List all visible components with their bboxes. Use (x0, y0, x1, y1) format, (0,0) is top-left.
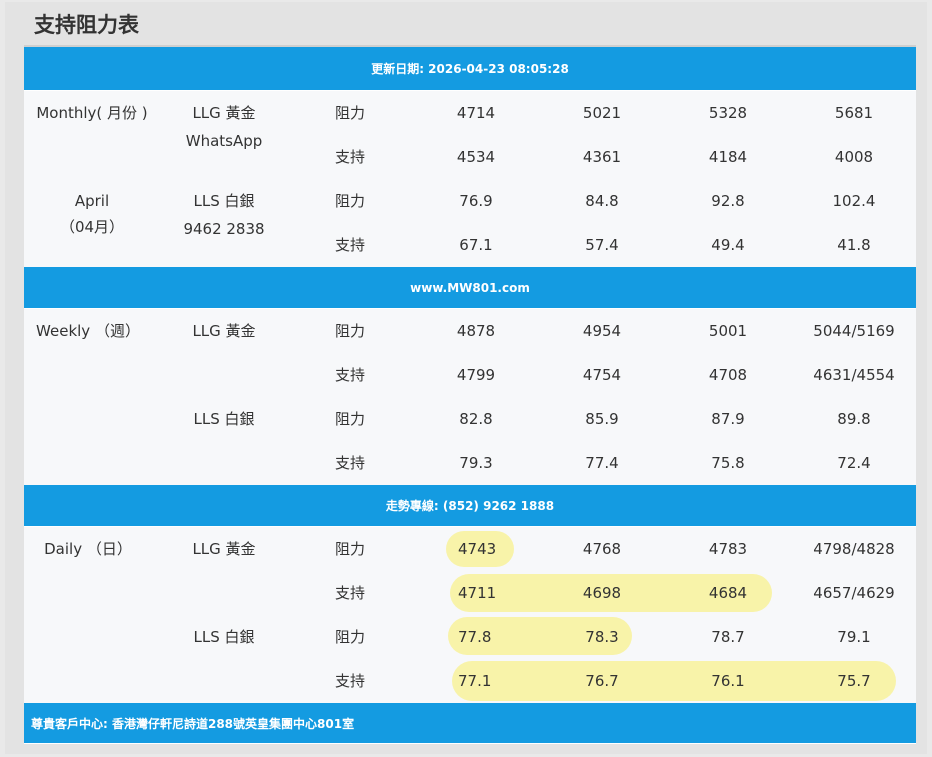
value-cell: 89.8 (837, 410, 871, 428)
table-row: 支持 79.3 77.4 75.8 72.4 (24, 441, 916, 485)
row-label: 阻力 (334, 104, 365, 122)
row-label: 支持 (334, 236, 365, 254)
value-cell: 76.9 (459, 192, 493, 210)
value-cell: 85.9 (585, 410, 619, 428)
value-cell: 4798/4828 (813, 540, 895, 558)
value-cell: 78.7 (711, 628, 745, 646)
value-cell: 4184 (708, 148, 748, 166)
daily-section: Daily （日） LLG 黃金 LLS 白銀 阻力 4743 4768 478… (24, 527, 916, 703)
value-cell: 57.4 (585, 236, 619, 254)
table-row: 阻力 76.9 84.8 92.8 102.4 (24, 179, 916, 223)
weekly-section: Weekly （週） LLG 黃金 LLS 白銀 阻力 4878 4954 50… (24, 309, 916, 485)
table-row: 支持 67.1 57.4 49.4 41.8 (24, 223, 916, 267)
hotline-bar: 走勢專線: (852) 9262 1888 (24, 485, 916, 527)
value-cell: 4783 (708, 540, 748, 558)
table-row: 支持 4711 4698 4684 4657/4629 (24, 571, 916, 615)
value-cell: 67.1 (459, 236, 493, 254)
value-cell: 4743 (458, 540, 497, 558)
value-cell: 49.4 (711, 236, 745, 254)
value-cell: 84.8 (585, 192, 619, 210)
value-cell: 4008 (834, 148, 874, 166)
value-cell: 76.7 (585, 672, 619, 690)
table-row: 支持 4799 4754 4708 4631/4554 (24, 353, 916, 397)
row-label: 支持 (334, 454, 365, 472)
value-cell: 87.9 (711, 410, 745, 428)
row-label: 支持 (334, 584, 365, 602)
value-cell: 102.4 (832, 192, 876, 210)
value-cell: 78.3 (585, 628, 619, 646)
value-cell: 4684 (708, 584, 748, 602)
value-cell: 79.3 (459, 454, 493, 472)
value-cell: 4714 (456, 104, 496, 122)
value-cell: 4768 (582, 540, 622, 558)
value-cell: 5328 (708, 104, 748, 122)
value-cell: 75.7 (837, 672, 871, 690)
row-label: 阻力 (334, 410, 365, 428)
value-cell: 82.8 (459, 410, 493, 428)
value-cell: 4361 (582, 148, 622, 166)
table-row: 阻力 4714 5021 5328 5681 (24, 91, 916, 135)
value-cell: 5001 (708, 322, 748, 340)
value-cell: 41.8 (837, 236, 871, 254)
row-label: 阻力 (334, 192, 365, 210)
table-row: 阻力 4743 4768 4783 4798/4828 (24, 527, 916, 571)
website-bar[interactable]: www.MW801.com (24, 267, 916, 309)
table-row: 支持 4534 4361 4184 4008 (24, 135, 916, 179)
address-bar: 尊貴客戶中心: 香港灣仔軒尼詩道288號英皇集團中心801室 (24, 703, 916, 744)
table-row: 阻力 4878 4954 5001 5044/5169 (24, 309, 916, 353)
row-label: 支持 (334, 672, 365, 690)
value-cell: 4631/4554 (813, 366, 895, 384)
value-cell: 4657/4629 (813, 584, 895, 602)
value-cell: 92.8 (711, 192, 745, 210)
value-cell: 76.1 (711, 672, 745, 690)
monthly-section: Monthly( 月份 ) April （04月） LLG 黃金 WhatsAp… (24, 91, 916, 267)
value-cell: 75.8 (711, 454, 745, 472)
value-cell: 4754 (582, 366, 622, 384)
value-cell: 4534 (456, 148, 496, 166)
value-cell: 79.1 (837, 628, 871, 646)
value-cell: 4708 (708, 366, 748, 384)
value-cell: 77.4 (585, 454, 619, 472)
value-cell: 77.8 (458, 628, 492, 646)
value-cell: 4698 (582, 584, 622, 602)
value-cell: 5044/5169 (813, 322, 895, 340)
value-cell: 5021 (582, 104, 622, 122)
table-row: 阻力 82.8 85.9 87.9 89.8 (24, 397, 916, 441)
row-label: 支持 (334, 366, 365, 384)
updated-date-bar: 更新日期: 2026-04-23 08:05:28 (24, 47, 916, 91)
page-title: 支持阻力表 (34, 13, 139, 37)
value-cell: 4954 (582, 322, 622, 340)
value-cell: 4878 (456, 322, 496, 340)
table-row: 支持 77.1 76.7 76.1 75.7 (24, 659, 916, 703)
row-label: 阻力 (334, 322, 365, 340)
row-label: 阻力 (334, 540, 365, 558)
value-cell: 77.1 (458, 672, 492, 690)
row-label: 阻力 (334, 628, 365, 646)
value-cell: 4799 (456, 366, 496, 384)
value-cell: 72.4 (837, 454, 871, 472)
support-resistance-table: 更新日期: 2026-04-23 08:05:28 Monthly( 月份 ) … (24, 47, 916, 744)
value-cell: 4711 (458, 584, 497, 602)
value-cell: 5681 (834, 104, 874, 122)
row-label: 支持 (334, 148, 365, 166)
table-row: 阻力 77.8 78.3 78.7 79.1 (24, 615, 916, 659)
